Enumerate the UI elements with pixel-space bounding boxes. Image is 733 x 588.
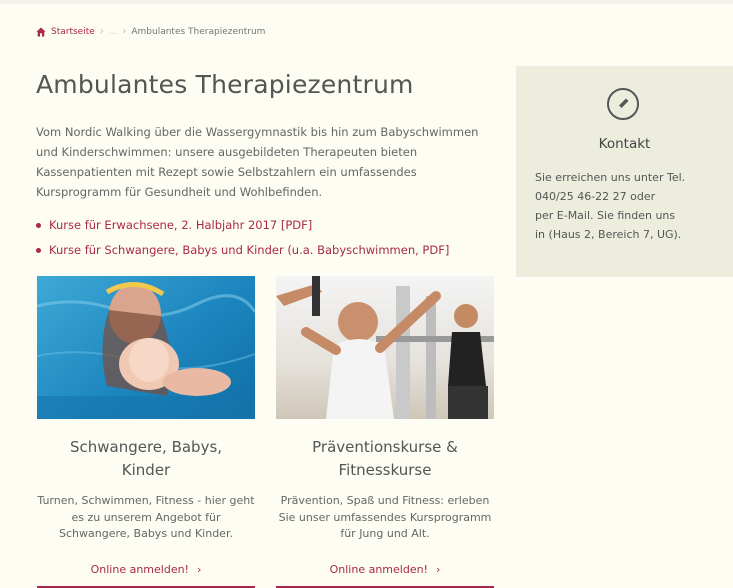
fitness-illustration (276, 276, 494, 419)
contact-line: in (Haus 2, Bereich 7, UG). (535, 228, 682, 241)
baby-swimming-photo[interactable] (37, 276, 255, 419)
card-description: Prävention, Spaß und Fitness: erleben Si… (278, 494, 492, 540)
home-icon (36, 27, 46, 36)
card-title: Schwangere, Babys, Kinder (37, 436, 255, 482)
contact-line: Sie erreichen uns unter Tel. (535, 171, 686, 184)
card-title: Präventionskurse & Fitnesskurse (276, 436, 494, 482)
breadcrumb: Startseite › ... › Ambulantes Therapieze… (36, 26, 265, 37)
intro-text: Vom Nordic Walking über die Wassergymnas… (36, 125, 479, 199)
breadcrumb-ellipsis[interactable]: ... (109, 27, 118, 37)
online-register-link[interactable]: Online anmelden! › (330, 563, 441, 576)
contact-phone[interactable]: 040/25 46-22 27 oder (535, 190, 655, 203)
chevron-right-icon: › (435, 562, 441, 576)
course-card-fitness: Präventionskurse & Fitnesskurse Präventi… (276, 276, 494, 588)
page-title: Ambulantes Therapiezentrum (36, 70, 414, 99)
baby-swimming-illustration (37, 282, 255, 419)
chevron-right-icon: › (196, 562, 202, 576)
online-register-link[interactable]: Online anmelden! › (91, 563, 202, 576)
card-description: Turnen, Schwimmen, Fitness - hier geht e… (37, 494, 255, 540)
card-title-line1: Präventionskurse & (312, 438, 458, 456)
contact-text: Sie erreichen uns unter Tel. 040/25 46-2… (535, 168, 715, 244)
pdf-link-list: Kurse für Erwachsene, 2. Halbjahr 2017 [… (36, 218, 449, 268)
card-title-line1: Schwangere, Babys, (69, 438, 223, 456)
contact-line: per E-Mail. Sie finden uns (535, 209, 676, 222)
cta-label: Online anmelden! (329, 562, 428, 576)
contact-title: Kontakt (598, 136, 651, 152)
top-border (0, 0, 733, 4)
pencil-icon (607, 88, 639, 120)
contact-box: Kontakt Sie erreichen uns unter Tel. 040… (516, 66, 733, 277)
breadcrumb-current: Ambulantes Therapiezentrum (131, 26, 266, 37)
chevron-right-icon: › (99, 26, 104, 37)
breadcrumb-home-label: Startseite (51, 26, 95, 37)
cta-label: Online anmelden! (90, 562, 189, 576)
card-title-line2: Kinder (121, 461, 171, 479)
card-title-line2: Fitnesskurse (338, 461, 432, 479)
course-card-family: Schwangere, Babys, Kinder Turnen, Schwim… (37, 276, 255, 588)
fitness-training-photo[interactable] (276, 276, 494, 419)
breadcrumb-home-link[interactable]: Startseite (36, 27, 95, 37)
link-family-courses-pdf[interactable]: Kurse für Schwangere, Babys und Kinder (… (36, 243, 449, 257)
chevron-right-icon: › (122, 26, 127, 37)
link-adult-courses-pdf[interactable]: Kurse für Erwachsene, 2. Halbjahr 2017 [… (36, 218, 449, 232)
